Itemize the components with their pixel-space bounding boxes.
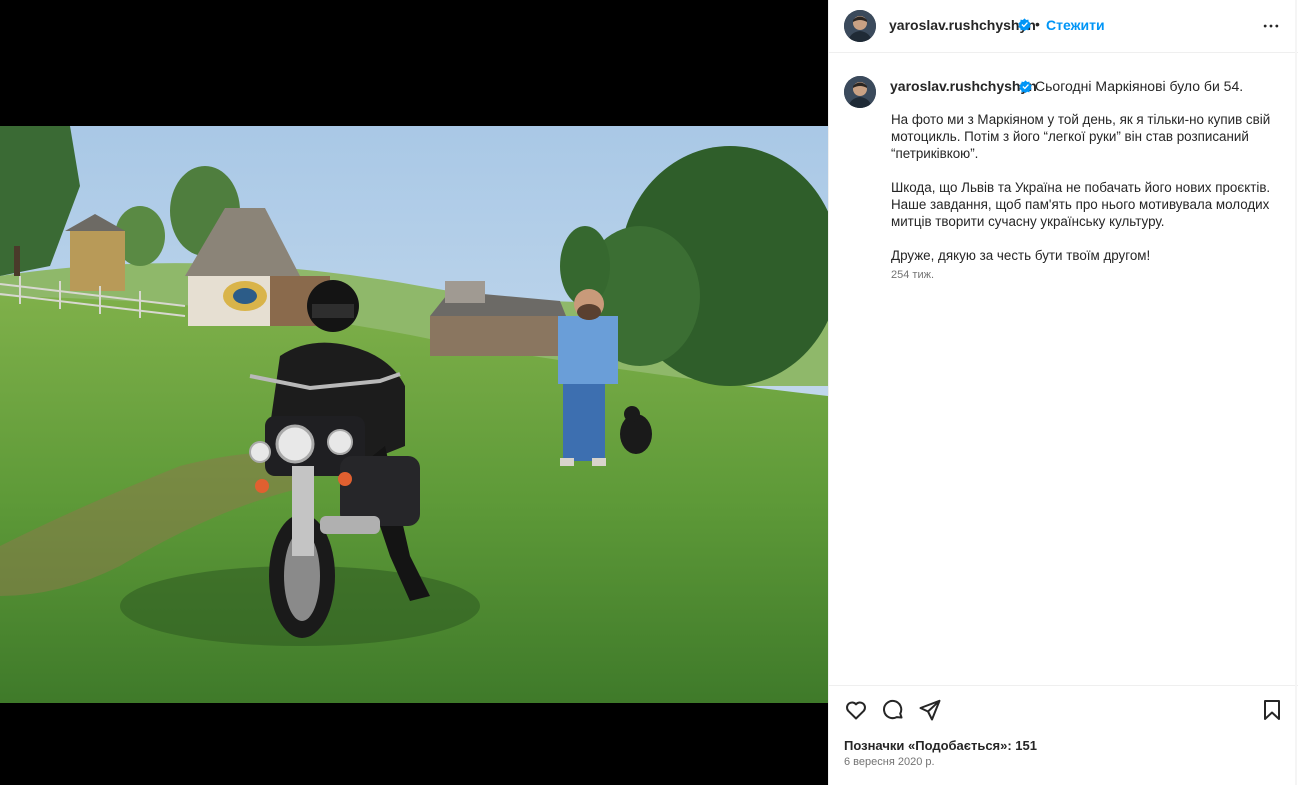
scrollbar[interactable] [1295, 0, 1297, 785]
follow-button[interactable]: Стежити [1046, 17, 1105, 33]
heart-icon[interactable] [844, 698, 868, 722]
caption-paragraph: Друже, дякую за честь бути твоїм другом! [891, 248, 1151, 263]
bookmark-icon[interactable] [1260, 698, 1284, 722]
post-actions-bar: Позначки «Подобається»: 151 6 вересня 20… [829, 685, 1298, 785]
avatar-image [844, 10, 876, 42]
comment-icon[interactable] [881, 698, 905, 722]
avatar-image [844, 76, 876, 108]
share-icon[interactable] [918, 698, 942, 722]
post-media [0, 0, 828, 785]
likes-count[interactable]: Позначки «Подобається»: 151 [844, 738, 1037, 753]
post-photo[interactable] [0, 126, 828, 703]
post-date: 6 вересня 2020 р. [844, 756, 935, 768]
caption-first-line: Сьогодні Маркіянові було би 54. [1035, 78, 1244, 94]
separator-dot: • [1035, 16, 1040, 32]
caption-body: На фото ми з Маркіяном у той день, як я … [891, 111, 1287, 281]
verified-badge-icon [1019, 80, 1032, 93]
caption-paragraph: Шкода, що Львів та Україна не побачать й… [891, 180, 1271, 229]
caption-paragraph: На фото ми з Маркіяном у той день, як я … [891, 112, 1271, 161]
post-details-pane: yaroslav.rushchyshyn • Стежити yaroslav.… [828, 0, 1298, 785]
verified-badge-icon [1018, 18, 1031, 31]
comments-section: yaroslav.rushchyshyn Сьогодні Маркіянові… [829, 53, 1298, 685]
header-username[interactable]: yaroslav.rushchyshyn [889, 17, 1036, 33]
instagram-post-modal: yaroslav.rushchyshyn • Стежити yaroslav.… [0, 0, 1298, 785]
avatar[interactable] [844, 10, 876, 42]
post-header: yaroslav.rushchyshyn • Стежити [829, 0, 1298, 53]
more-options-icon[interactable] [1261, 16, 1281, 36]
photo-motorcycle-meadow [0, 126, 828, 703]
caption-username[interactable]: yaroslav.rushchyshyn [890, 78, 1037, 94]
caption-avatar[interactable] [844, 76, 876, 108]
caption-timestamp[interactable]: 254 тиж. [891, 269, 934, 281]
